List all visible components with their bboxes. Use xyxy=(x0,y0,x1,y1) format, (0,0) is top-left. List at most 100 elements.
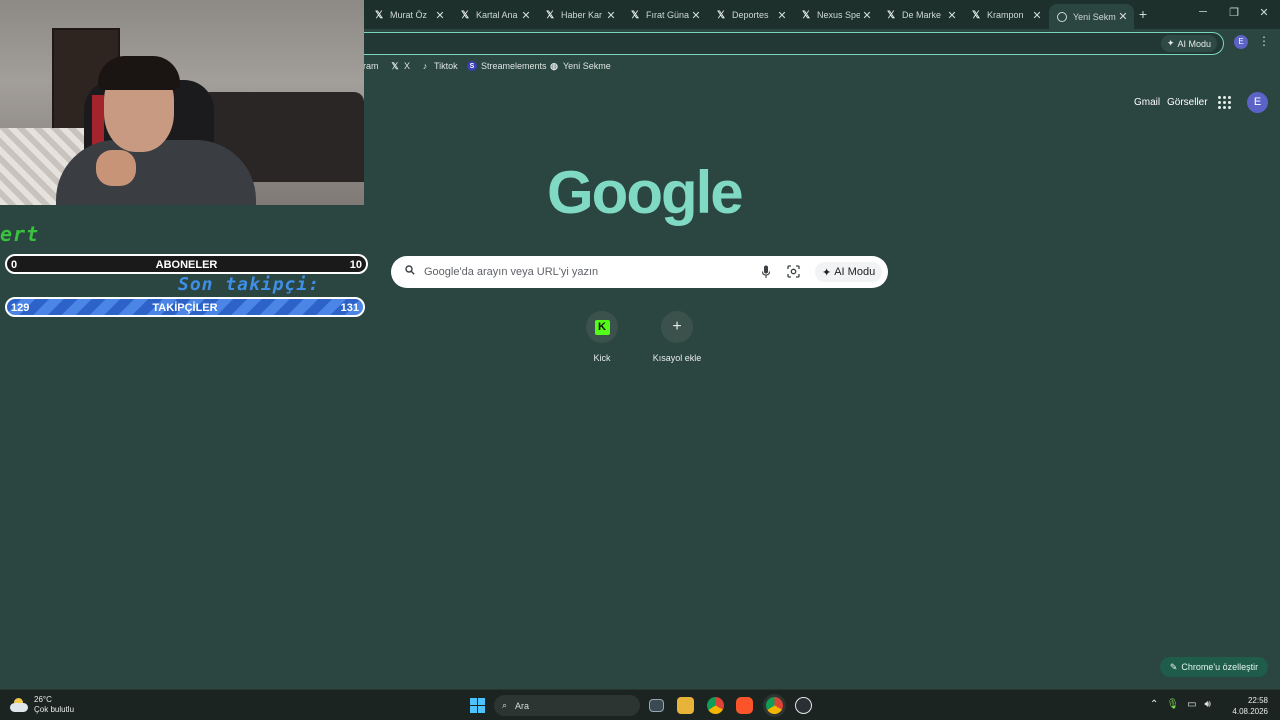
webcam-person-body xyxy=(56,140,256,205)
ai-mode-button[interactable]: ✦ AI Modu xyxy=(815,262,883,282)
tab-9-active[interactable]: Yeni Sekm ✕ xyxy=(1049,4,1134,29)
weather-description: Çok bulutlu xyxy=(34,705,75,714)
chrome-active-icon[interactable] xyxy=(766,697,783,714)
close-icon[interactable]: ✕ xyxy=(519,9,533,22)
bookmark-label: ram xyxy=(363,61,379,71)
shortcut-tile: K xyxy=(586,311,618,343)
omnibox-ai-mode-button[interactable]: ✦ AI Modu xyxy=(1160,35,1217,52)
close-icon[interactable]: ✕ xyxy=(945,9,959,22)
webcam-person-hair xyxy=(98,56,180,90)
search-input[interactable]: Google'da arayın veya URL'yi yazın xyxy=(424,266,598,278)
tab-title: Fırat Güna xyxy=(646,10,689,20)
tab-1[interactable]: 𝕏 Murat Öz ✕ xyxy=(366,4,451,26)
tab-title: Nexus Spe xyxy=(817,10,860,20)
tab-title: Krampon xyxy=(987,10,1024,20)
volume-icon[interactable]: 🔊︎ xyxy=(1205,699,1211,710)
taskbar-search[interactable]: ⌕ Ara xyxy=(494,695,640,716)
x-logo-icon: 𝕏 xyxy=(971,9,981,21)
x-logo-icon: 𝕏 xyxy=(716,9,726,21)
clock-time: 22:58 xyxy=(1247,696,1268,705)
profile-avatar[interactable]: E xyxy=(1234,35,1248,49)
brave-icon[interactable] xyxy=(736,697,753,714)
shortcut-add[interactable]: + Kısayol ekle xyxy=(645,311,709,363)
close-icon[interactable]: ✕ xyxy=(860,9,874,22)
google-lens-icon[interactable] xyxy=(787,265,800,278)
gmail-link[interactable]: Gmail xyxy=(1134,97,1160,108)
apps-grid-icon[interactable] xyxy=(1218,96,1231,109)
plus-icon: + xyxy=(672,318,682,335)
windows-start-icon[interactable] xyxy=(470,698,485,713)
close-icon[interactable]: ✕ xyxy=(604,9,618,22)
more-menu-icon[interactable]: ⋮ xyxy=(1258,34,1270,48)
chrome-icon[interactable] xyxy=(707,697,724,714)
close-icon[interactable]: ✕ xyxy=(689,9,703,22)
task-view-icon[interactable] xyxy=(649,699,664,712)
bookmark-item[interactable]: S Streamelements xyxy=(467,61,547,71)
tab-7[interactable]: 𝕏 De Marke ✕ xyxy=(878,4,963,26)
clock[interactable]: 22:58 4.08.2026 xyxy=(1232,695,1268,717)
weather-widget[interactable]: 26°C Çok bulutlu xyxy=(10,695,74,715)
account-avatar[interactable]: E xyxy=(1247,92,1268,113)
close-icon[interactable]: ✕ xyxy=(433,9,447,22)
system-tray: ⌃ 🎙︎ ▭ 🔊︎ xyxy=(1150,699,1211,710)
close-icon[interactable]: ✕ xyxy=(1116,10,1130,23)
bookmark-item[interactable]: 𝕏 X xyxy=(390,61,411,72)
taskbar-search-label: Ara xyxy=(515,700,530,711)
tab-8[interactable]: 𝕏 Krampon ✕ xyxy=(963,4,1048,26)
chevron-up-icon[interactable]: ⌃ xyxy=(1150,699,1158,710)
bookmark-label: X xyxy=(404,61,411,71)
kick-icon: K xyxy=(594,319,610,335)
pencil-icon: ✎ xyxy=(1169,661,1178,672)
bookmark-item[interactable]: ram xyxy=(363,61,379,71)
tab-6[interactable]: 𝕏 Nexus Spe ✕ xyxy=(793,4,878,26)
cloud-icon xyxy=(10,698,28,712)
google-logo: Google xyxy=(547,159,744,226)
x-logo-icon: 𝕏 xyxy=(545,9,555,21)
followers-label: TAKİPÇİLER xyxy=(152,302,218,314)
shortcut-tile: + xyxy=(661,311,693,343)
close-window-icon[interactable]: ✕ xyxy=(1254,6,1274,19)
tab-5[interactable]: 𝕏 Deportes ✕ xyxy=(708,4,793,26)
obs-icon[interactable] xyxy=(795,697,812,714)
x-logo-icon: 𝕏 xyxy=(630,9,640,21)
shortcut-kick[interactable]: K Kick xyxy=(570,311,634,363)
close-icon[interactable]: ✕ xyxy=(775,9,789,22)
tab-title: Murat Öz xyxy=(390,10,428,20)
shortcut-label: Kick xyxy=(593,353,611,363)
tab-4[interactable]: 𝕏 Fırat Güna ✕ xyxy=(622,4,707,26)
subscriber-goal-bar: 0 ABONELER 10 xyxy=(5,254,368,274)
tab-title: Kartal Ana xyxy=(476,10,518,20)
close-icon[interactable]: ✕ xyxy=(1030,9,1044,22)
followers-goal: 131 xyxy=(340,302,359,314)
follower-goal-bar: 129 TAKİPÇİLER 131 xyxy=(5,297,365,317)
clock-date: 4.08.2026 xyxy=(1232,707,1268,716)
microphone-tray-icon[interactable]: 🎙︎ xyxy=(1166,699,1179,710)
omnibox[interactable]: ✦ AI Modu xyxy=(330,32,1224,55)
network-icon[interactable]: ▭ xyxy=(1187,699,1196,710)
last-follower-text: Son takipçi: xyxy=(178,274,321,295)
minimize-icon[interactable]: ─ xyxy=(1193,6,1213,18)
x-logo-icon: 𝕏 xyxy=(374,9,384,21)
tab-title: Haber Kar xyxy=(561,10,603,20)
customize-chrome-button[interactable]: ✎ Chrome'u özelleştir xyxy=(1160,657,1268,677)
new-tab-button[interactable]: + xyxy=(1136,6,1150,22)
bookmark-label: Yeni Sekme xyxy=(563,61,611,71)
x-logo-icon: 𝕏 xyxy=(886,9,896,21)
bookmark-label: Streamelements xyxy=(481,61,547,71)
images-link[interactable]: Görseller xyxy=(1167,97,1208,108)
customize-label: Chrome'u özelleştir xyxy=(1181,662,1259,672)
search-box[interactable]: Google'da arayın veya URL'yi yazın ✦ AI … xyxy=(391,256,888,288)
tab-3[interactable]: 𝕏 Haber Kar ✕ xyxy=(537,4,622,26)
bookmark-item[interactable]: ◍ Yeni Sekme xyxy=(549,61,611,72)
omnibox-ai-label: AI Modu xyxy=(1177,38,1211,49)
bookmark-item[interactable]: ♪ Tiktok xyxy=(420,61,458,71)
microphone-icon[interactable] xyxy=(761,265,771,279)
tab-title: Deportes xyxy=(732,10,769,20)
streamelements-icon: S xyxy=(467,61,477,71)
shortcut-label: Kısayol ekle xyxy=(652,353,702,363)
webcam-person-hand xyxy=(96,150,136,186)
tab-2[interactable]: 𝕏 Kartal Ana ✕ xyxy=(452,4,537,26)
overlay-scrolling-text: ert xyxy=(0,222,40,246)
file-explorer-icon[interactable] xyxy=(677,697,694,714)
restore-icon[interactable]: ❐ xyxy=(1224,6,1244,19)
